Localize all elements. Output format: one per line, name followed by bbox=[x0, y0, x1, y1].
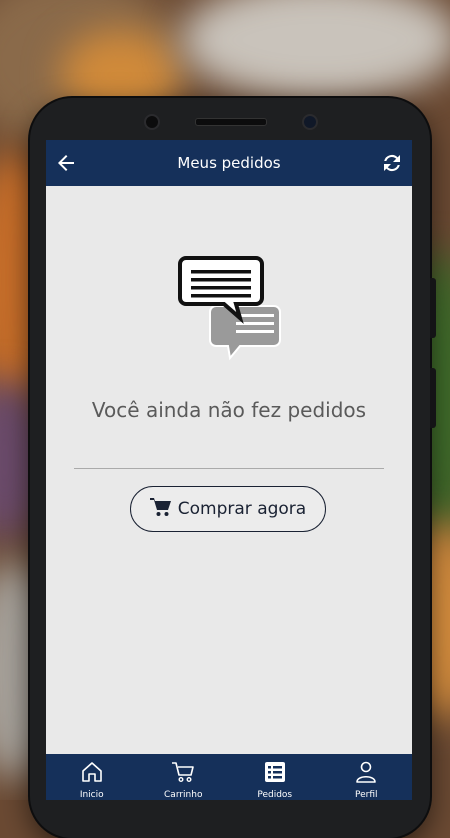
buy-now-button[interactable]: Comprar agora bbox=[130, 486, 326, 532]
volume-button bbox=[430, 278, 436, 338]
front-camera bbox=[302, 114, 318, 130]
chat-bubbles-icon bbox=[178, 256, 282, 366]
nav-item-inicio[interactable]: Inicio bbox=[52, 754, 132, 800]
app-screen: Meus pedidos Você ainda não fez pedidos … bbox=[46, 140, 412, 800]
power-button bbox=[430, 368, 436, 428]
nav-item-perfil[interactable]: Perfil bbox=[326, 754, 406, 800]
nav-label: Pedidos bbox=[257, 790, 293, 800]
home-icon bbox=[80, 760, 104, 788]
main-content: Você ainda não fez pedidos Comprar agora bbox=[46, 186, 412, 754]
nav-item-carrinho[interactable]: Carrinho bbox=[143, 754, 223, 800]
page-title: Meus pedidos bbox=[177, 154, 281, 172]
refresh-icon[interactable] bbox=[380, 151, 404, 175]
bottom-navigation: Inicio Carrinho Pedidos Perfil bbox=[46, 754, 412, 800]
speaker-grille bbox=[195, 118, 267, 126]
nav-label: Inicio bbox=[79, 790, 104, 800]
divider bbox=[74, 468, 384, 469]
nav-item-pedidos[interactable]: Pedidos bbox=[235, 754, 315, 800]
arrow-left-icon[interactable] bbox=[54, 151, 78, 175]
list-icon bbox=[263, 760, 287, 788]
app-header: Meus pedidos bbox=[46, 140, 412, 186]
phone-frame: Meus pedidos Você ainda não fez pedidos … bbox=[30, 98, 436, 838]
cart-icon bbox=[149, 497, 172, 522]
nav-label: Carrinho bbox=[164, 790, 203, 800]
empty-state-message: Você ainda não fez pedidos bbox=[91, 398, 367, 422]
nav-label: Perfil bbox=[354, 790, 378, 800]
sensor-dot bbox=[144, 114, 160, 130]
buy-now-label: Comprar agora bbox=[177, 499, 307, 519]
user-icon bbox=[354, 760, 378, 788]
cart-icon bbox=[171, 760, 195, 788]
